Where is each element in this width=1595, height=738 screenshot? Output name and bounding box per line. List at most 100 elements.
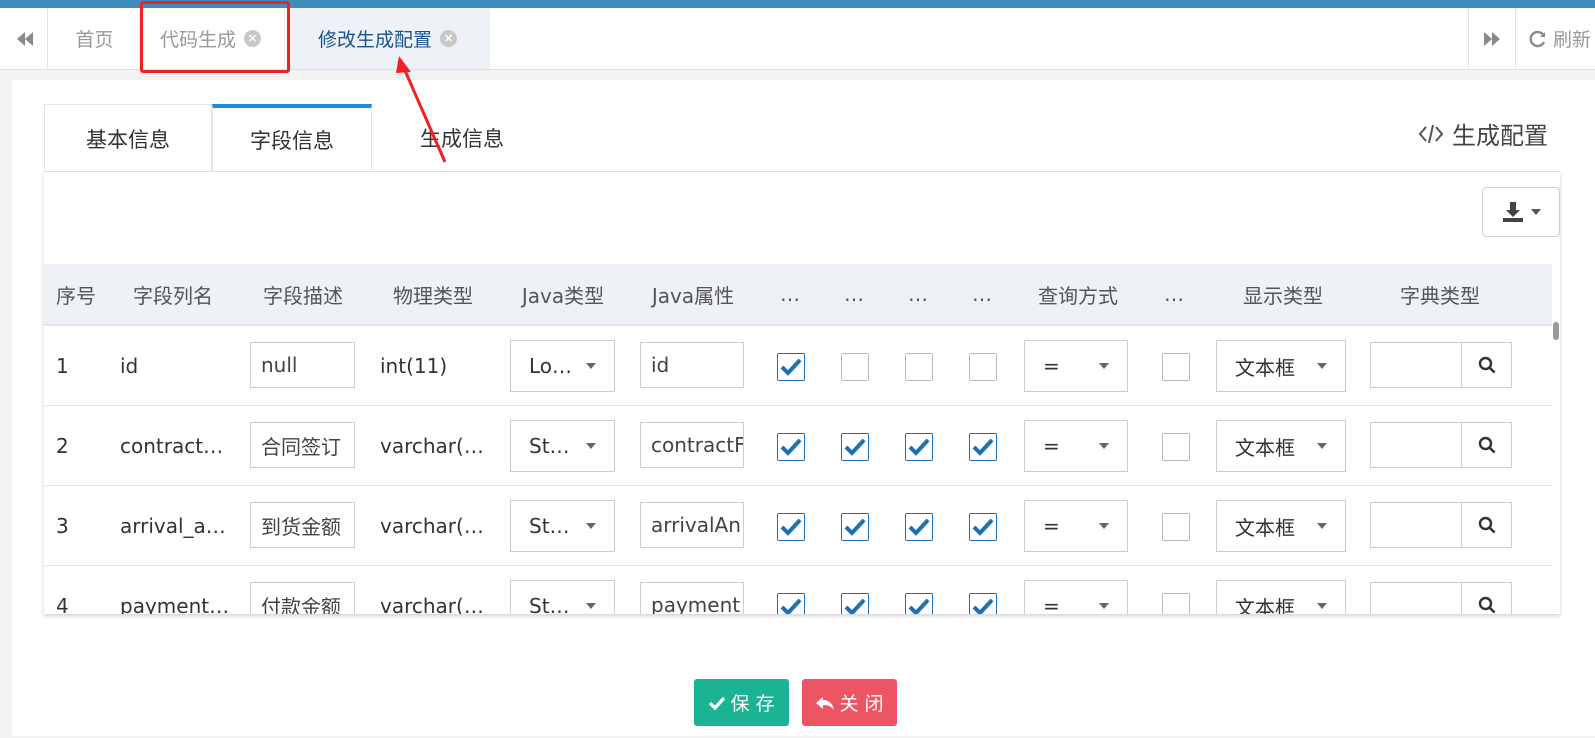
tab-scroll-left-button[interactable] <box>2 8 48 69</box>
col-header: 字典类型 <box>1400 283 1480 308</box>
backward-icon <box>16 31 33 46</box>
tab-scroll-right-button[interactable] <box>1468 8 1516 69</box>
refresh-button[interactable]: 刷新 <box>1517 8 1595 69</box>
tab-home[interactable]: 首页 <box>50 8 140 69</box>
row-checkbox[interactable] <box>905 513 933 541</box>
table-header: 序号 字段列名 字段描述 物理类型 Java类型 Java属性 … … … … … <box>44 264 1552 326</box>
export-dropdown-button[interactable] <box>1482 187 1560 237</box>
display-type-select[interactable]: 文本框 <box>1216 500 1346 552</box>
java-prop-input[interactable]: payment <box>640 582 744 614</box>
required-checkbox[interactable] <box>1162 433 1190 461</box>
column-name: payment… <box>120 593 230 615</box>
java-type-select[interactable]: St… <box>510 500 615 552</box>
dict-type-input[interactable] <box>1370 502 1512 548</box>
row-checkbox[interactable] <box>841 513 869 541</box>
col-header: 查询方式 <box>1038 283 1118 308</box>
query-type-select[interactable]: = <box>1024 420 1128 472</box>
dict-type-input[interactable] <box>1370 582 1512 614</box>
col-header: … <box>972 282 992 306</box>
display-type-select[interactable]: 文本框 <box>1216 420 1346 472</box>
physical-type: varchar(… <box>380 513 484 538</box>
tab-home-label: 首页 <box>75 29 114 51</box>
search-icon <box>1478 356 1495 374</box>
caret-down-icon <box>1099 603 1109 609</box>
dict-search-button[interactable] <box>1461 583 1511 614</box>
row-checkbox[interactable] <box>905 593 933 614</box>
java-type-select[interactable]: St… <box>510 580 615 614</box>
row-checkbox[interactable] <box>777 353 805 381</box>
java-prop-input[interactable]: id <box>640 342 744 388</box>
subtab-basic-info[interactable]: 基本信息 <box>44 104 212 172</box>
table-row: 1 id null int(11) Lo… id = 文本框 <box>44 326 1552 406</box>
column-name: arrival_a… <box>120 513 226 538</box>
row-checkbox[interactable] <box>777 513 805 541</box>
display-type-value: 文本框 <box>1235 355 1295 380</box>
field-desc-input[interactable]: 付款金额 <box>250 582 355 614</box>
row-checkbox[interactable] <box>969 353 997 381</box>
row-checkbox[interactable] <box>841 593 869 614</box>
query-type-value: = <box>1043 354 1060 378</box>
subtab-field-info[interactable]: 字段信息 <box>212 104 372 172</box>
query-type-select[interactable]: = <box>1024 580 1128 614</box>
java-type-select[interactable]: St… <box>510 420 615 472</box>
caret-down-icon <box>1099 443 1109 449</box>
java-type-value: St… <box>529 594 570 614</box>
scroll-thumb[interactable] <box>1553 322 1559 340</box>
query-type-select[interactable]: = <box>1024 500 1128 552</box>
forward-icon <box>1484 31 1500 46</box>
row-checkbox[interactable] <box>905 353 933 381</box>
java-type-value: Lo… <box>529 354 573 378</box>
row-checkbox[interactable] <box>969 593 997 614</box>
close-circle-icon[interactable]: × <box>440 30 458 47</box>
check-icon <box>908 598 930 614</box>
display-type-select[interactable]: 文本框 <box>1216 340 1346 392</box>
col-header: 序号 <box>56 283 96 308</box>
dict-search-button[interactable] <box>1461 343 1511 387</box>
caret-down-icon <box>586 443 596 449</box>
row-checkbox[interactable] <box>969 513 997 541</box>
caret-down-icon <box>1099 363 1109 369</box>
table-scrollbar[interactable] <box>1552 264 1560 614</box>
java-prop-input[interactable]: arrivalAn <box>640 502 744 548</box>
search-icon <box>1478 516 1495 534</box>
check-icon <box>972 598 994 614</box>
row-checkbox[interactable] <box>841 353 869 381</box>
physical-type: varchar(… <box>380 433 484 458</box>
caret-down-icon <box>1317 443 1327 449</box>
check-icon <box>844 438 866 456</box>
query-type-value: = <box>1043 594 1060 614</box>
field-desc-input[interactable]: 到货金额 <box>250 502 355 548</box>
refresh-label: 刷新 <box>1553 29 1592 51</box>
physical-type: int(11) <box>380 353 448 378</box>
tab-edit-gen-config[interactable]: 修改生成配置 × <box>290 8 490 69</box>
subtab-gen-info[interactable]: 生成信息 <box>372 104 552 172</box>
dict-type-input[interactable] <box>1370 422 1512 468</box>
required-checkbox[interactable] <box>1162 593 1190 614</box>
field-desc-input[interactable]: null <box>250 342 355 388</box>
row-checkbox[interactable] <box>777 433 805 461</box>
tab-edit-gen-config-label: 修改生成配置 <box>318 29 433 51</box>
close-button[interactable]: 关 闭 <box>802 679 897 726</box>
field-desc-input[interactable]: 合同签订 <box>250 422 355 468</box>
required-checkbox[interactable] <box>1162 353 1190 381</box>
query-type-select[interactable]: = <box>1024 340 1128 392</box>
dict-type-input[interactable] <box>1370 342 1512 388</box>
dict-search-button[interactable] <box>1461 423 1511 467</box>
caret-down-icon <box>586 523 596 529</box>
display-type-select[interactable]: 文本框 <box>1216 580 1346 614</box>
dict-search-button[interactable] <box>1461 503 1511 547</box>
query-type-value: = <box>1043 514 1060 538</box>
row-checkbox[interactable] <box>841 433 869 461</box>
column-name: contract… <box>120 433 224 458</box>
subtab-basic-info-label: 基本信息 <box>86 127 170 152</box>
caret-down-icon <box>1317 523 1327 529</box>
required-checkbox[interactable] <box>1162 513 1190 541</box>
java-prop-input[interactable]: contractF <box>640 422 744 468</box>
row-checkbox[interactable] <box>969 433 997 461</box>
row-checkbox[interactable] <box>777 593 805 614</box>
save-button[interactable]: 保 存 <box>694 679 789 726</box>
row-checkbox[interactable] <box>905 433 933 461</box>
java-type-select[interactable]: Lo… <box>510 340 615 392</box>
check-icon <box>780 438 802 456</box>
java-type-value: St… <box>529 514 570 538</box>
